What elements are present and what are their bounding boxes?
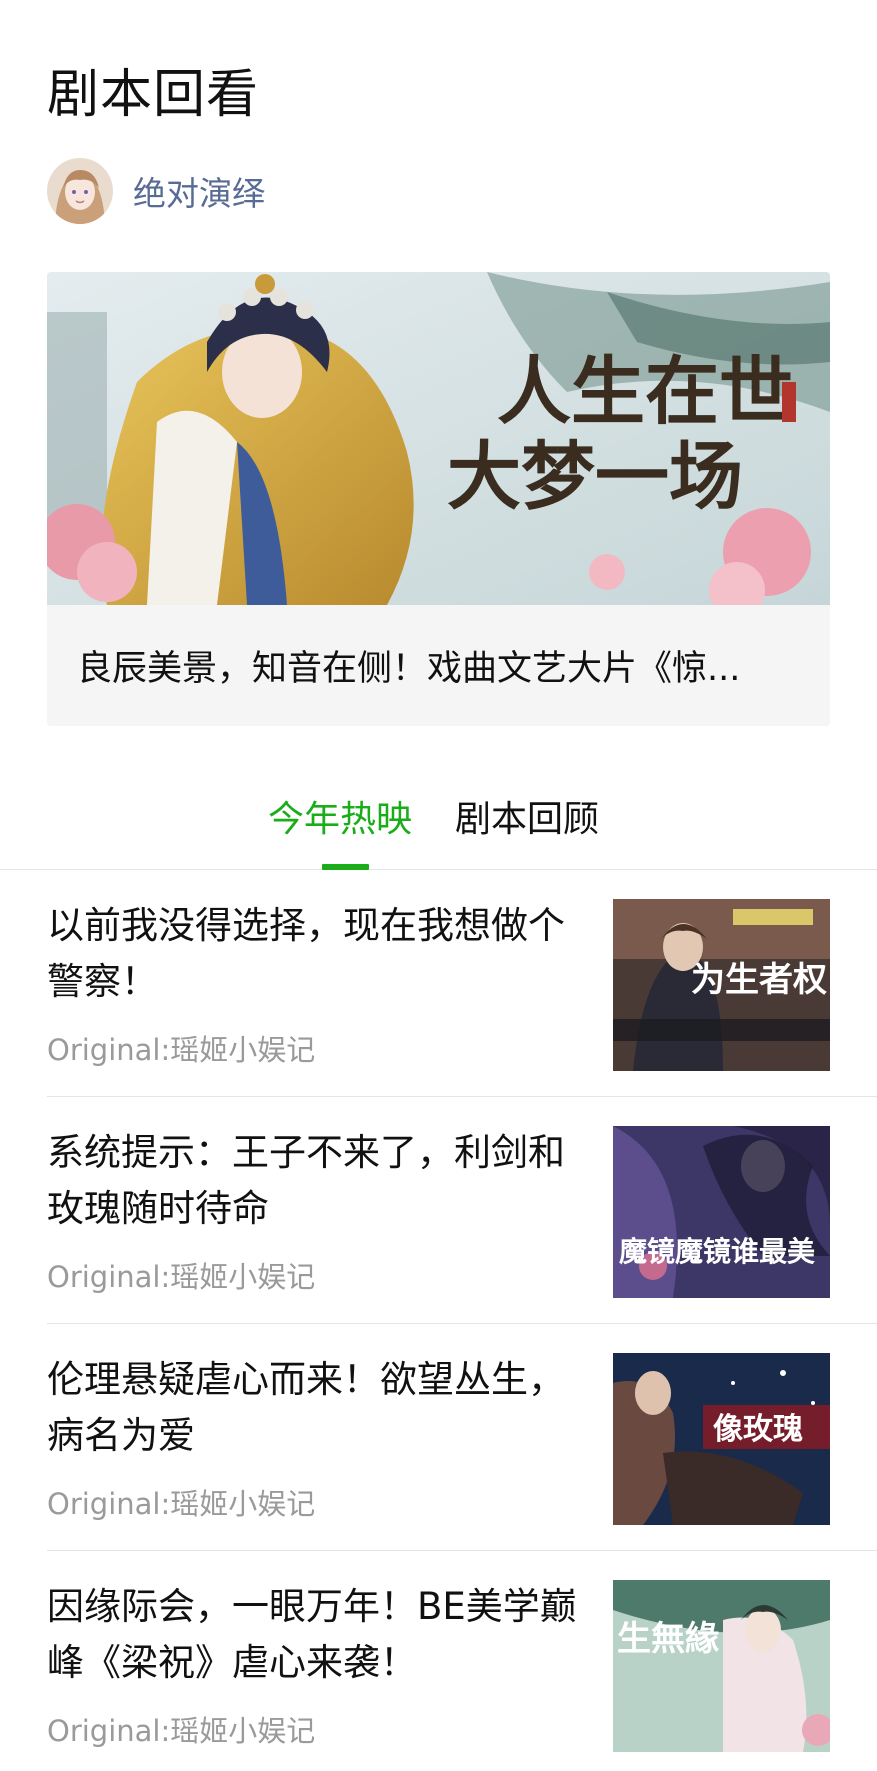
- tab-bar: 今年热映 剧本回顾: [0, 758, 877, 870]
- article-thumbnail[interactable]: 生無緣: [613, 1580, 830, 1752]
- thumbnail-text: 像玫瑰: [713, 1412, 803, 1447]
- tab-script-review[interactable]: 剧本回顾: [455, 790, 599, 842]
- article-title[interactable]: 因缘际会，一眼万年！BE美学巅峰《梁祝》虐心来袭！: [47, 1579, 587, 1691]
- banner-headline-line2: 大梦一场: [447, 434, 743, 520]
- tab-this-year[interactable]: 今年热映: [268, 790, 412, 842]
- account-name[interactable]: 绝对演绎: [133, 167, 265, 215]
- article-list: 以前我没得选择，现在我想做个警察！ Original:瑶姬小娱记 为生者权 系统…: [0, 870, 877, 1771]
- account-header[interactable]: 绝对演绎: [47, 158, 265, 224]
- account-avatar[interactable]: [47, 158, 113, 224]
- article-source: Original:瑶姬小娱记: [47, 1260, 316, 1294]
- featured-article-image[interactable]: 人生在世 大梦一场: [47, 272, 830, 618]
- featured-article-card[interactable]: 人生在世 大梦一场 良辰美景，知音在侧！戏曲文艺大片《惊...: [47, 272, 830, 726]
- thumbnail-text: 生無緣: [617, 1619, 719, 1659]
- featured-article-title[interactable]: 良辰美景，知音在侧！戏曲文艺大片《惊...: [77, 640, 797, 691]
- article-item[interactable]: 因缘际会，一眼万年！BE美学巅峰《梁祝》虐心来袭！ Original:瑶姬小娱记…: [0, 1551, 877, 1771]
- article-thumbnail[interactable]: 像玫瑰: [613, 1353, 830, 1525]
- article-title[interactable]: 伦理悬疑虐心而来！欲望丛生，病名为爱: [47, 1352, 587, 1464]
- article-title[interactable]: 系统提示：王子不来了，利剑和玫瑰随时待命: [47, 1125, 587, 1237]
- article-item[interactable]: 系统提示：王子不来了，利剑和玫瑰随时待命 Original:瑶姬小娱记 魔镜魔镜…: [0, 1097, 877, 1324]
- article-source: Original:瑶姬小娱记: [47, 1033, 316, 1067]
- thumbnail-text: 为生者权: [691, 960, 827, 1000]
- article-source: Original:瑶姬小娱记: [47, 1487, 316, 1521]
- thumbnail-text: 魔镜魔镜谁最美: [619, 1235, 815, 1268]
- article-thumbnail[interactable]: 为生者权: [613, 899, 830, 1071]
- article-source: Original:瑶姬小娱记: [47, 1714, 316, 1748]
- article-item[interactable]: 伦理悬疑虐心而来！欲望丛生，病名为爱 Original:瑶姬小娱记 像玫瑰: [0, 1324, 877, 1551]
- page-title: 剧本回看: [47, 65, 260, 125]
- article-thumbnail[interactable]: 魔镜魔镜谁最美: [613, 1126, 830, 1298]
- article-title[interactable]: 以前我没得选择，现在我想做个警察！: [47, 898, 587, 1010]
- banner-headline-line1: 人生在世: [497, 349, 793, 435]
- article-item[interactable]: 以前我没得选择，现在我想做个警察！ Original:瑶姬小娱记 为生者权: [0, 870, 877, 1097]
